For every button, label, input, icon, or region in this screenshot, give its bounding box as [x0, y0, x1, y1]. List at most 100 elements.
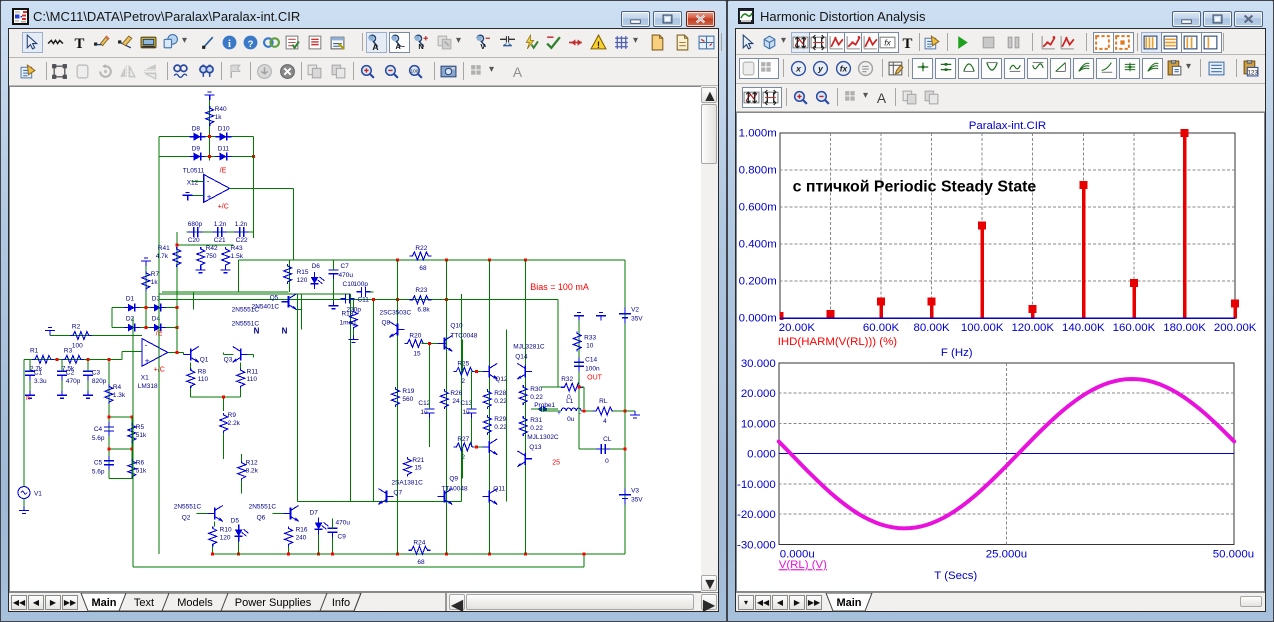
svg-text:R29: R29 — [494, 416, 506, 423]
svg-text:25: 25 — [552, 460, 560, 467]
svg-text:0.22: 0.22 — [494, 398, 507, 405]
svg-text:51k: 51k — [136, 468, 147, 475]
svg-text:4: 4 — [603, 418, 607, 425]
svg-text:C5: C5 — [94, 460, 103, 467]
svg-text:1u: 1u — [462, 409, 470, 416]
svg-text:4.7k: 4.7k — [156, 253, 169, 260]
svg-text:C11: C11 — [357, 297, 369, 304]
svg-text:F (Hz): F (Hz) — [941, 347, 973, 359]
svg-text:CL: CL — [603, 436, 612, 443]
svg-text:-: - — [207, 176, 210, 185]
svg-text:15: 15 — [414, 465, 422, 472]
svg-text:R42: R42 — [206, 245, 218, 252]
svg-text:2N5551C: 2N5551C — [174, 504, 202, 511]
svg-text:100: 100 — [410, 69, 418, 75]
svg-text:180.00K: 180.00K — [1163, 322, 1206, 334]
svg-text:-30.000: -30.000 — [737, 539, 776, 551]
svg-text:D10: D10 — [218, 126, 230, 133]
svg-text:0.000: 0.000 — [747, 449, 776, 461]
svg-text:0.000m: 0.000m — [739, 313, 777, 325]
svg-text:2N5401C: 2N5401C — [252, 304, 280, 311]
svg-text:68: 68 — [419, 265, 427, 272]
svg-text:R2: R2 — [72, 324, 81, 331]
svg-text:110: 110 — [247, 376, 258, 383]
svg-text:C20: C20 — [188, 237, 200, 244]
svg-text:A~: A~ — [395, 42, 405, 51]
svg-text:8.2k: 8.2k — [246, 468, 259, 475]
svg-text:1.2n: 1.2n — [214, 221, 227, 228]
svg-text:T: T — [75, 36, 85, 51]
svg-text:-: - — [145, 340, 148, 349]
svg-text:Q9: Q9 — [449, 476, 458, 483]
svg-text:R30: R30 — [530, 386, 542, 393]
svg-text:Q13: Q13 — [529, 444, 542, 451]
svg-text:140.00K: 140.00K — [1062, 322, 1105, 334]
svg-text:1.2n: 1.2n — [235, 221, 248, 228]
svg-text:L1: L1 — [566, 398, 574, 405]
svg-text:50.000u: 50.000u — [1213, 548, 1254, 560]
svg-text:A: A — [877, 90, 887, 106]
svg-text:?: ? — [248, 39, 254, 50]
svg-text:Q6: Q6 — [257, 514, 266, 521]
svg-text:Paralax-int.CIR: Paralax-int.CIR — [969, 120, 1046, 132]
svg-text:C21: C21 — [214, 237, 226, 244]
svg-text:100: 100 — [72, 342, 83, 349]
svg-text:820p: 820p — [92, 378, 107, 385]
svg-text:TTC0048: TTC0048 — [450, 333, 477, 340]
svg-text:R15: R15 — [297, 269, 309, 276]
svg-text:0.22: 0.22 — [530, 394, 543, 401]
svg-text:R28: R28 — [494, 390, 506, 397]
svg-text:D5: D5 — [231, 517, 240, 524]
svg-text:C2: C2 — [66, 369, 75, 376]
svg-text:470p: 470p — [66, 378, 81, 385]
svg-text:R8: R8 — [198, 368, 207, 375]
svg-text:60.00K: 60.00K — [863, 322, 900, 334]
svg-text:i: i — [228, 39, 231, 50]
svg-text:R25: R25 — [457, 360, 469, 367]
svg-text:2SC3503C: 2SC3503C — [379, 310, 411, 317]
svg-text:0.800m: 0.800m — [739, 164, 777, 176]
svg-text:D11: D11 — [218, 146, 230, 153]
svg-text:Q10: Q10 — [450, 323, 463, 330]
svg-text:100p: 100p — [354, 281, 369, 288]
svg-text:123: 123 — [1247, 69, 1258, 76]
svg-text:с птичкой Periodic Steady Stat: с птичкой Periodic Steady State — [793, 178, 1037, 195]
svg-text:15: 15 — [413, 350, 421, 357]
svg-text:Power Supplies: Power Supplies — [235, 597, 312, 609]
svg-text:0.200m: 0.200m — [739, 276, 777, 288]
svg-text:/E: /E — [220, 168, 227, 175]
svg-text:C7: C7 — [341, 263, 350, 270]
svg-text:+: + — [145, 356, 150, 365]
svg-text:1meg: 1meg — [340, 320, 357, 327]
svg-text:C4: C4 — [94, 426, 103, 433]
svg-text:!: ! — [597, 40, 600, 51]
svg-text:Bias = 100 mA: Bias = 100 mA — [530, 282, 589, 292]
svg-text:0.22: 0.22 — [530, 425, 543, 432]
svg-text:160.00K: 160.00K — [1113, 322, 1156, 334]
svg-text:0.400m: 0.400m — [739, 239, 777, 251]
svg-text:Q3: Q3 — [224, 356, 233, 363]
svg-text:68: 68 — [417, 559, 425, 566]
svg-text:LM318: LM318 — [138, 383, 158, 390]
svg-text:R21: R21 — [412, 457, 424, 464]
svg-text:R40: R40 — [215, 106, 227, 113]
svg-text:1.000m: 1.000m — [739, 127, 777, 139]
svg-text:C14: C14 — [585, 356, 597, 363]
svg-text:R12: R12 — [246, 460, 258, 467]
svg-text:R10: R10 — [220, 526, 232, 533]
svg-text:R27: R27 — [457, 436, 469, 443]
svg-text:5.6p: 5.6p — [92, 469, 105, 476]
svg-text:Info: Info — [332, 597, 350, 609]
svg-text:120: 120 — [220, 534, 231, 541]
svg-text:6.8k: 6.8k — [417, 307, 430, 314]
svg-text:D7: D7 — [310, 509, 319, 516]
svg-text:80.00K: 80.00K — [913, 322, 950, 334]
svg-text:1k: 1k — [215, 114, 223, 121]
svg-text:R31: R31 — [530, 417, 542, 424]
svg-text:V(RL) (V): V(RL) (V) — [779, 559, 827, 571]
svg-text:Q14: Q14 — [515, 353, 528, 360]
svg-text:R9: R9 — [228, 412, 237, 419]
svg-text:D8: D8 — [192, 126, 201, 133]
svg-text:N: N — [254, 327, 260, 336]
svg-text:TL0511: TL0511 — [183, 168, 205, 175]
